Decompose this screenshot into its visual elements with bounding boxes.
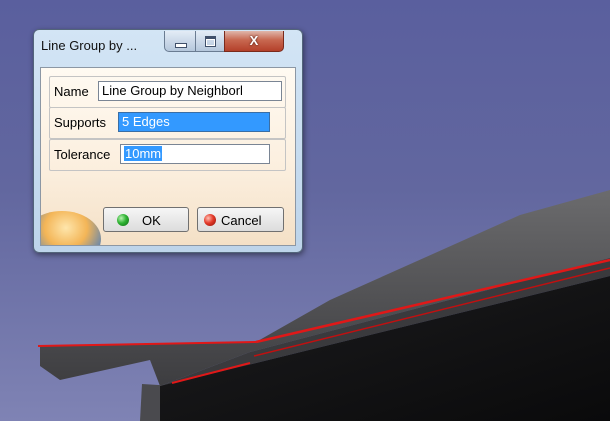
red-cancel-icon — [204, 214, 216, 226]
supports-field[interactable]: 5 Edges — [118, 112, 270, 132]
ok-button[interactable]: OK — [103, 207, 189, 232]
maximize-button[interactable] — [195, 31, 225, 52]
name-input[interactable]: Line Group by Neighborl — [98, 81, 282, 101]
supports-row: Supports 5 Edges — [49, 107, 286, 139]
3d-viewport[interactable]: Line Group by ... X Name Line Group by N… — [0, 0, 610, 421]
tolerance-label: Tolerance — [54, 147, 111, 162]
cancel-button[interactable]: Cancel — [197, 207, 284, 232]
green-ok-icon — [117, 214, 129, 226]
tolerance-value: 10mm — [124, 146, 163, 161]
name-row: Name Line Group by Neighborl — [49, 76, 286, 108]
cancel-label: Cancel — [221, 213, 262, 228]
minimize-button[interactable] — [164, 31, 196, 52]
dialog-content: Name Line Group by Neighborl Supports 5 … — [40, 67, 296, 246]
dialog-title-bar[interactable]: Line Group by ... X — [34, 30, 302, 58]
catia-logo-icon — [41, 211, 101, 245]
supports-label: Supports — [54, 115, 107, 130]
line-group-dialog[interactable]: Line Group by ... X Name Line Group by N… — [33, 29, 303, 253]
minimize-icon — [175, 43, 187, 48]
close-button[interactable]: X — [224, 31, 284, 52]
tolerance-input[interactable]: 10mm — [120, 144, 270, 164]
name-label: Name — [54, 84, 89, 99]
maximize-icon — [205, 36, 216, 47]
ok-label: OK — [142, 213, 161, 228]
close-icon: X — [249, 33, 259, 48]
tolerance-row: Tolerance 10mm — [49, 139, 286, 171]
dialog-title: Line Group by ... — [41, 38, 138, 53]
